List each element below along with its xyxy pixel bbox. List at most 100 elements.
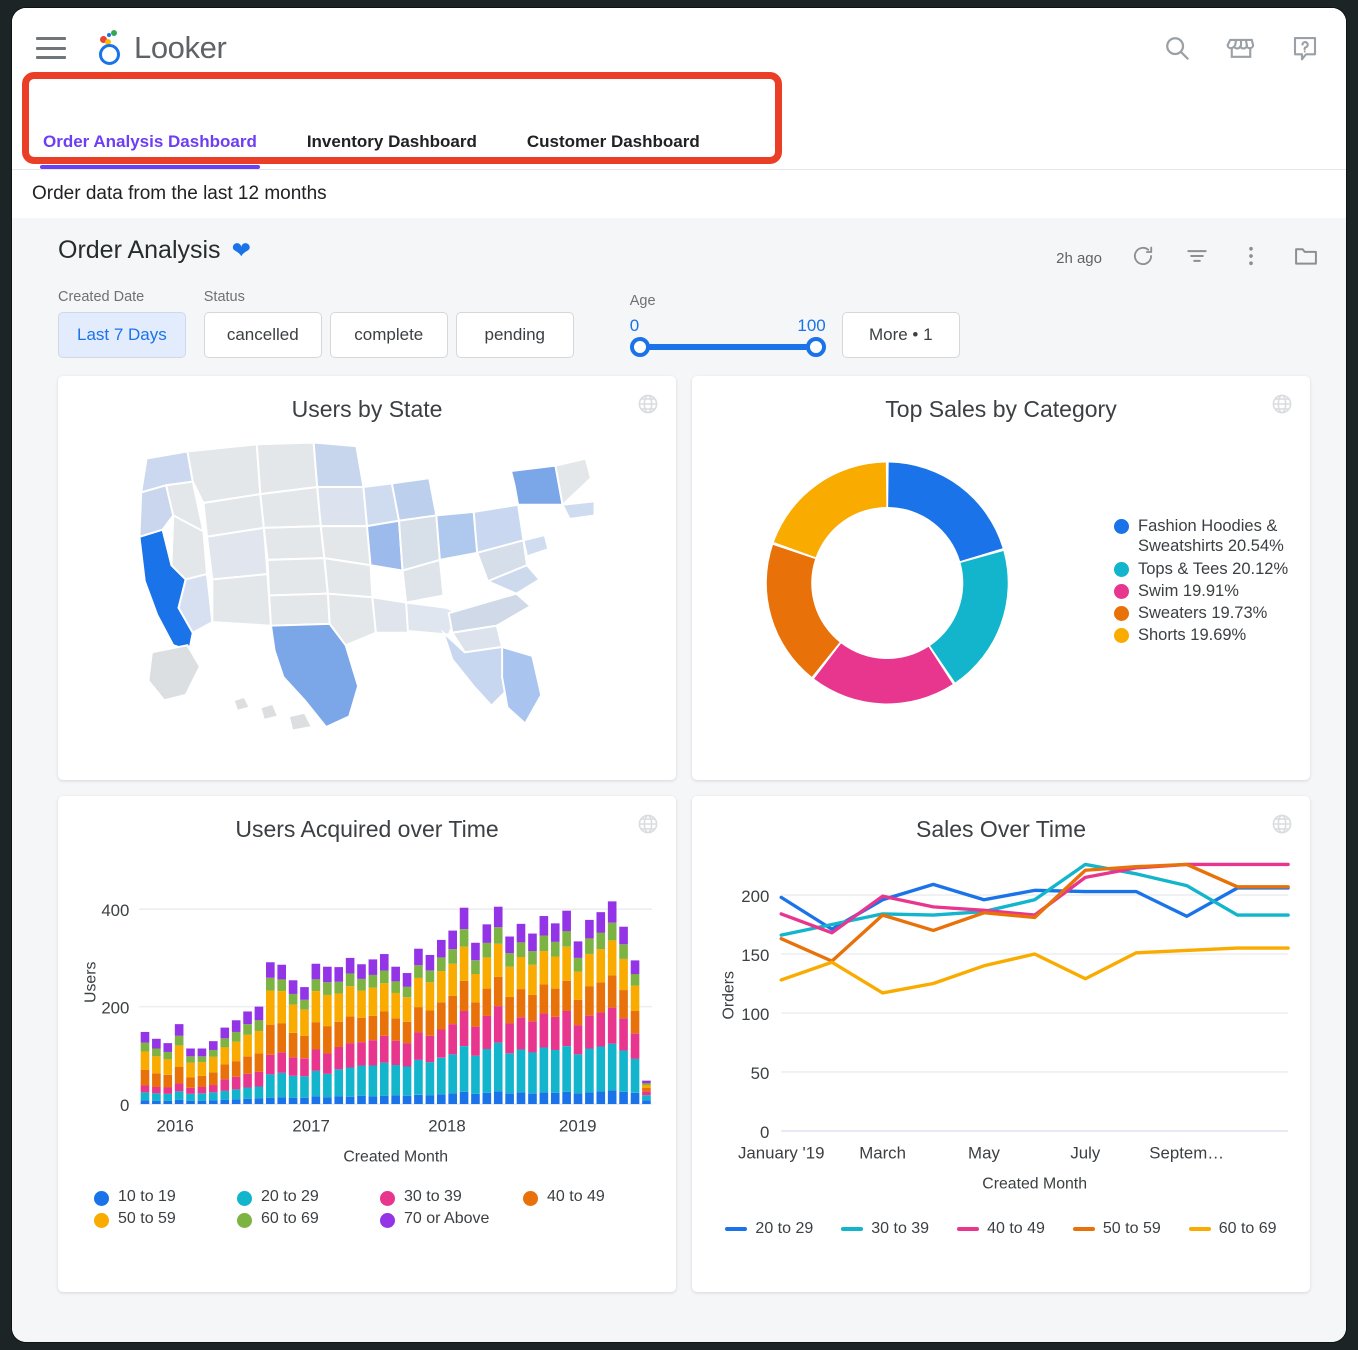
tile-sales-over-time[interactable]: Sales Over Time 050100150200January '19M… — [692, 796, 1310, 1292]
kebab-menu-icon[interactable] — [1238, 243, 1264, 274]
legend-item[interactable]: Swim 19.91% — [1114, 581, 1292, 601]
globe-icon[interactable] — [1270, 812, 1294, 841]
tile-users-acquired-over-time[interactable]: Users Acquired over Time 020040020162017… — [58, 796, 676, 1292]
bar-segment — [608, 1008, 617, 1044]
legend-label-10-19: 10 to 19 — [118, 1188, 176, 1206]
globe-icon[interactable] — [636, 812, 660, 841]
y-tick-label: 50 — [751, 1064, 770, 1083]
help-icon[interactable] — [1290, 33, 1320, 63]
search-icon[interactable] — [1162, 33, 1192, 63]
legend-item[interactable]: 30 to 39 — [841, 1220, 929, 1238]
legend-swatch-10-19 — [94, 1191, 109, 1206]
bar-segment — [186, 1101, 195, 1104]
bar-segment — [448, 1054, 457, 1093]
legend-item[interactable]: 60 to 69 — [237, 1210, 372, 1228]
age-min-value: 0 — [630, 316, 639, 336]
tab-order-analysis-dashboard[interactable]: Order Analysis Dashboard — [40, 132, 260, 169]
bar-segment — [334, 1022, 343, 1047]
legend-item[interactable]: Fashion Hoodies & Sweatshirts 20.54% — [1114, 516, 1292, 557]
status-option-cancelled[interactable]: cancelled — [204, 312, 322, 358]
bar-segment — [357, 991, 366, 1018]
last-run-label: 2h ago — [1056, 250, 1102, 267]
line-series — [781, 884, 1288, 929]
bar-segment — [471, 974, 480, 1002]
tile-title-top-sales: Top Sales by Category — [704, 390, 1298, 423]
legend-label-20-29: 20 to 29 — [261, 1188, 319, 1206]
state-new-mexico — [212, 574, 271, 626]
bar-segment — [448, 1093, 457, 1104]
legend-item[interactable]: Shorts 19.69% — [1114, 625, 1292, 645]
state-oklahoma — [269, 594, 329, 626]
legend-item[interactable]: 50 to 59 — [1073, 1220, 1161, 1238]
legend-item[interactable]: Tops & Tees 20.12% — [1114, 559, 1292, 579]
bar-segment — [346, 1097, 355, 1104]
legend-item[interactable]: 10 to 19 — [94, 1188, 229, 1206]
bar-segment — [255, 1053, 264, 1072]
marketplace-icon[interactable] — [1226, 33, 1256, 63]
age-slider-handle-min[interactable] — [630, 337, 650, 357]
hamburger-icon[interactable] — [36, 37, 66, 59]
bar-segment — [494, 907, 503, 927]
bar-segment — [471, 1027, 480, 1056]
legend-item[interactable]: 30 to 39 — [380, 1188, 515, 1206]
age-range-slider[interactable]: 0 100 — [630, 316, 826, 358]
age-slider-handle-max[interactable] — [806, 337, 826, 357]
bar-segment — [300, 1098, 309, 1104]
looker-logo[interactable]: Looker — [96, 29, 226, 67]
bar-segment — [471, 1056, 480, 1094]
dashboard-title-text: Order Analysis — [58, 236, 221, 265]
bar-segment — [619, 1092, 628, 1104]
tile-top-sales-by-category[interactable]: Top Sales by Category Fashion Hoodies & … — [692, 376, 1310, 780]
tile-users-by-state[interactable]: Users by State — [58, 376, 676, 780]
bar-segment — [312, 964, 321, 980]
bar-segment — [323, 995, 332, 1026]
bar-segment — [369, 975, 378, 988]
bar-segment — [323, 1074, 332, 1097]
legend-item[interactable]: Sweaters 19.73% — [1114, 603, 1292, 623]
heart-icon[interactable]: ❤ — [232, 237, 251, 264]
bar-segment — [574, 958, 583, 972]
bar-segment — [289, 1057, 298, 1076]
status-label: Status — [204, 289, 574, 305]
bar-segment — [574, 1093, 583, 1104]
globe-icon[interactable] — [636, 392, 660, 421]
bar-segment — [517, 989, 526, 1017]
legend-item[interactable]: 40 to 49 — [957, 1220, 1045, 1238]
status-option-pending[interactable]: pending — [456, 312, 574, 358]
legend-item[interactable]: 40 to 49 — [523, 1188, 658, 1206]
legend-item[interactable]: 50 to 59 — [94, 1210, 229, 1228]
tab-customer-dashboard[interactable]: Customer Dashboard — [524, 132, 703, 169]
bar-segment — [334, 1047, 343, 1069]
legend-item[interactable]: 20 to 29 — [237, 1188, 372, 1206]
legend-label-fashion-hoodies: Fashion Hoodies & Sweatshirts 20.54% — [1138, 516, 1292, 557]
filter-icon[interactable] — [1184, 243, 1210, 274]
legend-item[interactable]: 60 to 69 — [1189, 1220, 1277, 1238]
bar-segment — [460, 908, 469, 929]
donut-slice-1 — [930, 551, 1008, 682]
bar-segment — [186, 1056, 195, 1062]
bar-segment — [517, 1092, 526, 1104]
globe-icon[interactable] — [1270, 392, 1294, 421]
bar-segment — [380, 983, 389, 1011]
created-date-value[interactable]: Last 7 Days — [58, 312, 186, 358]
status-filter: Status cancelled complete pending — [204, 289, 574, 358]
bar-segment — [585, 1092, 594, 1104]
bar-segment — [266, 991, 275, 1025]
status-option-complete[interactable]: complete — [330, 312, 448, 358]
bar-segment — [312, 1022, 321, 1049]
tab-inventory-dashboard[interactable]: Inventory Dashboard — [304, 132, 480, 169]
bar-segment — [460, 929, 469, 947]
bar-segment — [300, 1010, 309, 1036]
bar-segment — [232, 1032, 241, 1042]
bar-segment — [517, 1049, 526, 1092]
state-florida — [502, 647, 541, 723]
legend-item[interactable]: 70 or Above — [380, 1210, 515, 1228]
bar-segment — [152, 1073, 161, 1087]
bar-segment — [380, 954, 389, 971]
refresh-icon[interactable] — [1130, 243, 1156, 274]
bar-segment — [403, 973, 412, 987]
more-filters-button[interactable]: More • 1 — [842, 312, 960, 358]
folder-icon[interactable] — [1292, 242, 1320, 275]
legend-item[interactable]: 20 to 29 — [725, 1220, 813, 1238]
dashboard-body: Order Analysis ❤ 2h ago — [12, 218, 1346, 1342]
